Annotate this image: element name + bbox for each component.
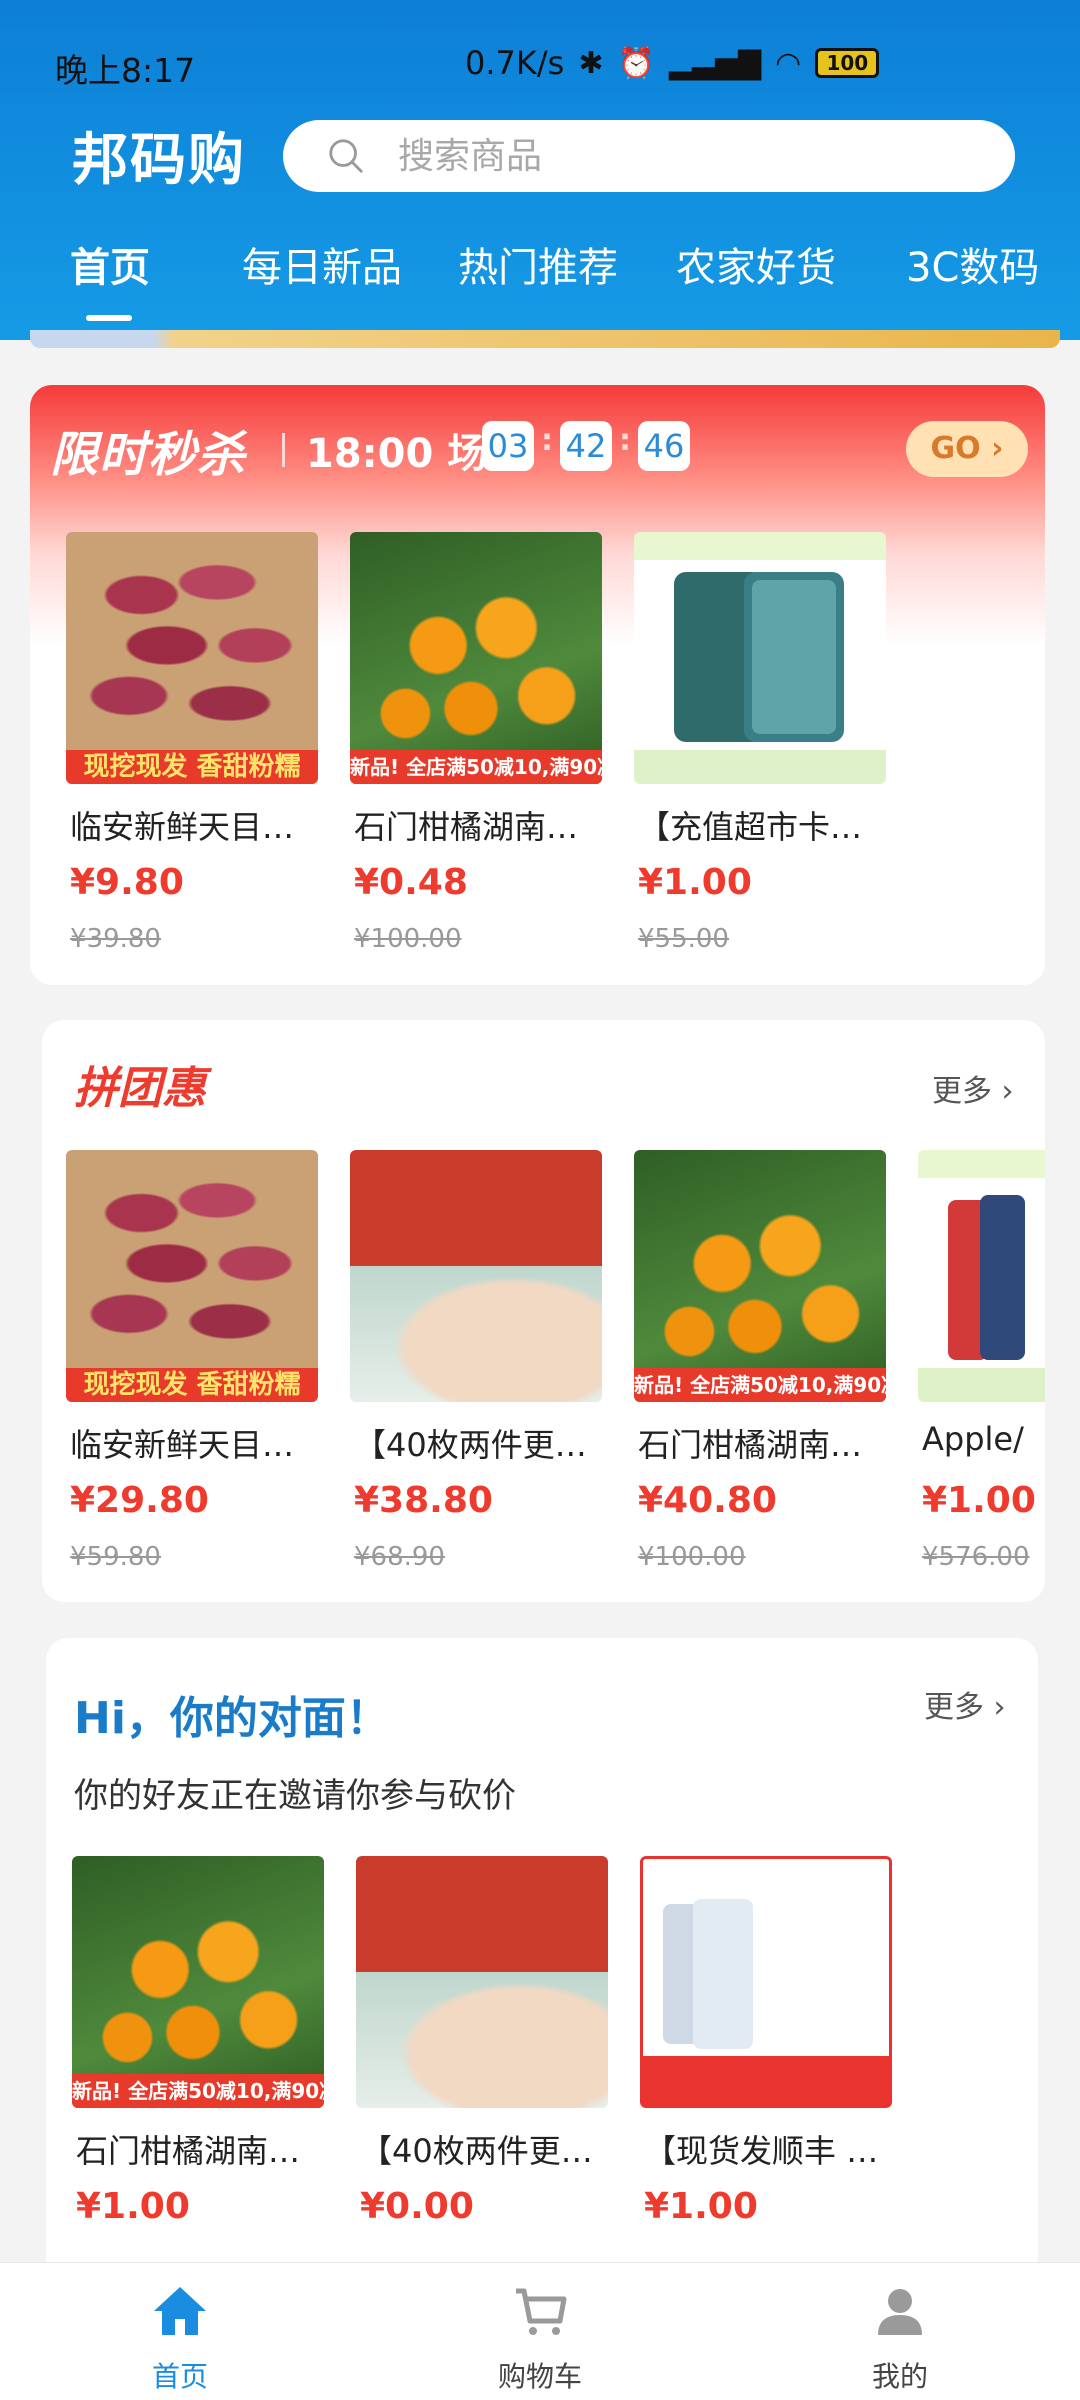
product-name: 石门柑橘湖南新鲜 — [354, 808, 604, 846]
product-badge: 现挖现发 香甜粉糯 — [66, 750, 318, 784]
product-badge: 现挖现发 香甜粉糯 — [66, 1368, 318, 1402]
product-badge: 新品! 全店满50减10,满90减20 — [72, 2074, 324, 2108]
flash-sale-session: 18:00 场 — [306, 431, 488, 477]
product-original-price: ¥68.90 — [354, 1542, 445, 1572]
tab-home[interactable]: 首页 — [70, 235, 150, 293]
status-time: 晚上8:17 — [55, 51, 196, 90]
divider — [282, 433, 285, 467]
bottom-navigation: 首页 购物车 我的 — [0, 2262, 1080, 2400]
phone-image — [634, 572, 886, 784]
product-original-price: ¥100.00 — [354, 924, 462, 954]
product-image — [356, 1856, 608, 2108]
product-original-price: ¥55.00 — [638, 924, 729, 954]
more-label: 更多 — [924, 1690, 984, 1725]
phone-image — [918, 1195, 1045, 1402]
search-bar[interactable] — [283, 120, 1015, 192]
product-card[interactable]: Apple/ ¥1.00 ¥576.00 — [918, 1150, 1045, 1580]
battery-icon: 100 — [815, 48, 880, 78]
product-price: ¥1.00 — [76, 2186, 190, 2227]
product-image — [634, 532, 886, 784]
product-image — [918, 1150, 1045, 1402]
product-image: 现挖现发 香甜粉糯 — [66, 1150, 318, 1402]
signal-icon: ▂▃▅▇ — [668, 45, 762, 81]
top-header: 晚上8:17 0.7K/s ✱ ⏰ ▂▃▅▇ ◠ 100 邦码购 首页 每日新品… — [0, 0, 1080, 340]
nav-cart[interactable]: 购物车 — [460, 2281, 620, 2395]
product-original-price: ¥39.80 — [70, 924, 161, 954]
banner-strip[interactable] — [30, 330, 1060, 348]
countdown-minutes: 42 — [560, 421, 612, 471]
status-bar: 晚上8:17 0.7K/s ✱ ⏰ ▂▃▅▇ ◠ 100 — [0, 40, 1080, 90]
nav-profile[interactable]: 我的 — [820, 2281, 980, 2395]
tab-hot-recommend[interactable]: 热门推荐 — [458, 235, 618, 293]
group-buy-section: 拼团惠 更多 › 现挖现发 香甜粉糯 临安新鲜天目山红薯 ¥29.80 ¥59.… — [42, 1020, 1045, 1602]
countdown-hours: 03 — [482, 421, 534, 471]
product-name: 石门柑橘湖南新鲜 — [76, 2132, 326, 2170]
bargain-more-link[interactable]: 更多 › — [924, 1682, 1006, 1726]
product-original-price: ¥100.00 — [638, 1542, 746, 1572]
nav-profile-label: 我的 — [871, 2360, 928, 2393]
product-price: ¥9.80 — [70, 862, 184, 903]
app-brand-logo: 邦码购 — [72, 128, 246, 193]
product-badge: 新品! 全店满50减10,满90减20 — [634, 1368, 886, 1402]
product-name: Apple/ — [922, 1420, 1024, 1458]
countdown-seconds: 46 — [638, 421, 690, 471]
active-tab-indicator — [86, 315, 132, 321]
status-indicators: 0.7K/s ✱ ⏰ ▂▃▅▇ ◠ 100 — [465, 44, 880, 82]
go-label: GO — [930, 431, 981, 466]
product-name: 石门柑橘湖南新鲜 — [638, 1426, 888, 1464]
search-input[interactable] — [398, 120, 958, 192]
tab-farm-goods[interactable]: 农家好货 — [676, 235, 836, 293]
product-price: ¥40.80 — [638, 1480, 777, 1521]
cart-icon — [516, 2288, 567, 2335]
bargain-subtitle: 你的好友正在邀请你参与砍价 — [74, 1776, 516, 1816]
tab-daily-new[interactable]: 每日新品 — [242, 235, 402, 293]
product-price: ¥1.00 — [922, 1480, 1036, 1521]
product-original-price: ¥59.80 — [70, 1542, 161, 1572]
countdown-separator: : — [619, 423, 631, 458]
search-icon — [329, 139, 363, 173]
profile-icon — [878, 2289, 922, 2335]
product-image: 新品! 全店满50减10,满90减20 — [72, 1856, 324, 2108]
group-buy-title: 拼团惠 — [74, 1063, 206, 1114]
countdown-separator: : — [541, 423, 553, 458]
vivo-phone-image — [663, 1899, 753, 2049]
wifi-icon: ◠ — [775, 45, 802, 81]
bargain-section: Hi，你的对面！ 更多 › 你的好友正在邀请你参与砍价 新品! 全店满50减10… — [46, 1638, 1038, 2278]
product-price: ¥1.00 — [644, 2186, 758, 2227]
product-price: ¥1.00 — [638, 862, 752, 903]
network-speed: 0.7K/s — [465, 44, 565, 82]
product-name: 【充值超市卡】小米 — [638, 808, 888, 846]
nav-cart-label: 购物车 — [497, 2360, 582, 2393]
alarm-icon: ⏰ — [617, 45, 655, 81]
nav-home-label: 首页 — [151, 2360, 208, 2393]
product-image: 新品! 全店满50减10,满90减20 — [350, 532, 602, 784]
flash-sale-go-button[interactable]: GO › — [906, 421, 1028, 477]
product-image — [350, 1150, 602, 1402]
product-badge: 新品! 全店满50减10,满90减20 — [350, 750, 602, 784]
product-original-price: ¥576.00 — [922, 1542, 1030, 1572]
product-name: 临安新鲜天目山红薯 — [70, 808, 320, 846]
product-price: ¥38.80 — [354, 1480, 493, 1521]
category-tabs: 首页 每日新品 热门推荐 农家好货 3C数码 — [0, 235, 1080, 325]
product-name: 【现货发顺丰 vivo — [644, 2132, 894, 2170]
product-price: ¥29.80 — [70, 1480, 209, 1521]
nav-home[interactable]: 首页 — [100, 2281, 260, 2395]
product-image: 新品! 全店满50减10,满90减20 — [634, 1150, 886, 1402]
group-buy-more-link[interactable]: 更多 › — [932, 1066, 1014, 1110]
product-price: ¥0.00 — [360, 2186, 474, 2227]
flash-sale-title: 限时秒杀 — [50, 427, 247, 483]
home-icon — [154, 2287, 206, 2335]
product-image: 现挖现发 香甜粉糯 — [66, 532, 318, 784]
product-name: 【40枚两件更优惠】 — [360, 2132, 610, 2170]
product-price: ¥0.48 — [354, 862, 468, 903]
product-name: 【40枚两件更优惠】 — [354, 1426, 604, 1464]
bluetooth-icon: ✱ — [578, 45, 604, 81]
product-image — [640, 1856, 892, 2108]
bargain-title: Hi，你的对面！ — [74, 1693, 390, 1744]
flash-sale-section: 限时秒杀 18:00 场 03 : 42 : 46 GO › 现挖现发 香甜粉糯… — [30, 385, 1045, 985]
more-label: 更多 — [932, 1074, 992, 1109]
tab-3c-digital[interactable]: 3C数码 — [906, 235, 1039, 293]
product-name: 临安新鲜天目山红薯 — [70, 1426, 320, 1464]
